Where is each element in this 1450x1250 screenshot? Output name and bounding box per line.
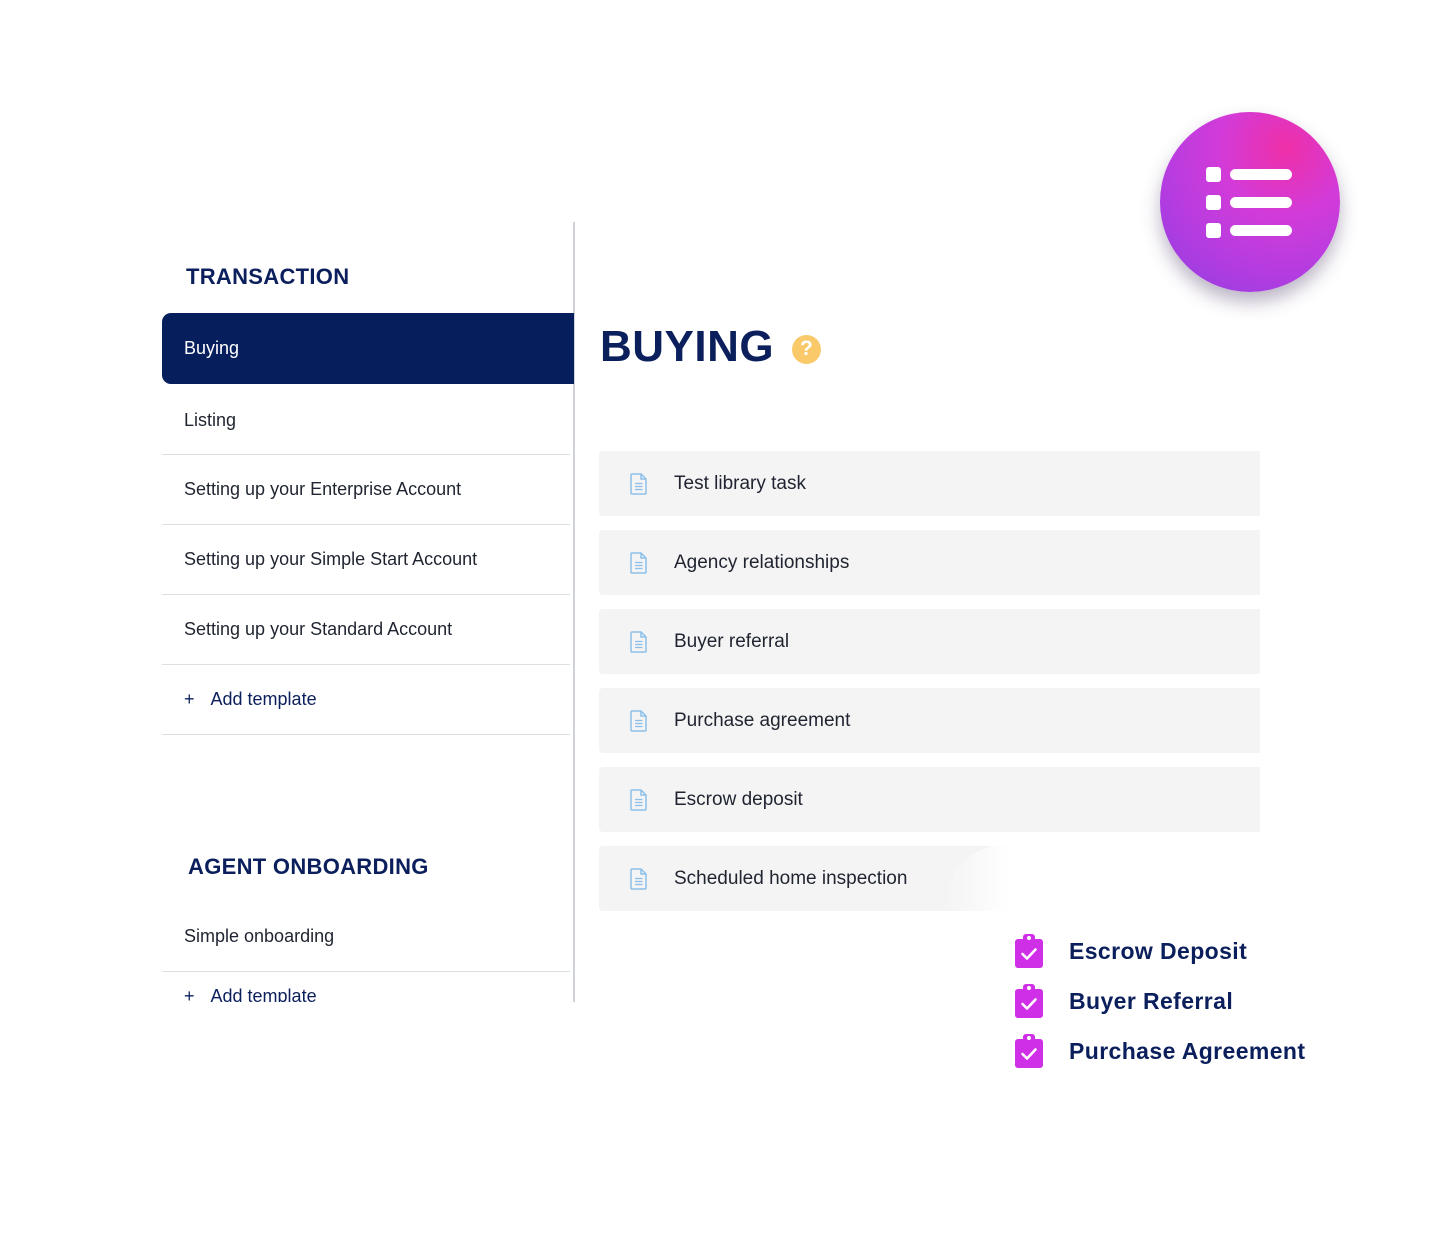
sidebar-item-simple-start-account[interactable]: Setting up your Simple Start Account [162, 525, 570, 595]
document-icon [630, 630, 647, 653]
plus-icon: + [184, 689, 195, 709]
task-row[interactable]: Purchase agreement [599, 688, 1260, 753]
clipboard-check-icon [1015, 934, 1043, 968]
checklist-label: Escrow Deposit [1069, 937, 1248, 964]
task-label: Scheduled home inspection [674, 867, 908, 889]
section-title-transaction: TRANSACTION [186, 264, 350, 289]
sidebar-item-label: Simple onboarding [184, 926, 335, 946]
task-row[interactable]: Escrow deposit [599, 767, 1260, 832]
sidebar-item-simple-onboarding[interactable]: Simple onboarding [162, 902, 570, 972]
add-template-label: Add template [210, 986, 317, 1002]
clipboard-check-icon [1015, 1034, 1043, 1068]
sidebar: TRANSACTION Buying Listing Setting up yo… [160, 222, 575, 1002]
checklist-item: Purchase Agreement [1013, 1026, 1305, 1076]
page-title-text: BUYING [600, 322, 775, 371]
sidebar-item-label: Listing [184, 409, 237, 430]
checklist-item: Buyer Referral [1013, 976, 1305, 1026]
add-template-label: Add template [210, 689, 317, 709]
list-icon [1206, 167, 1292, 238]
checklist-item: Escrow Deposit [1013, 926, 1305, 976]
sidebar-item-listing[interactable]: Listing [162, 386, 570, 455]
sidebar-item-buying[interactable]: Buying [162, 313, 574, 384]
task-row[interactable]: Agency relationships [599, 530, 1260, 595]
sidebar-item-enterprise-account[interactable]: Setting up your Enterprise Account [162, 455, 570, 525]
page-title: BUYING ? [600, 322, 822, 372]
task-row[interactable]: Buyer referral [599, 609, 1260, 674]
section-title-agent-onboarding: AGENT ONBOARDING [188, 854, 429, 879]
plus-icon: + [184, 986, 195, 1002]
document-icon [630, 788, 647, 811]
fade-overlay [945, 845, 1265, 915]
document-icon [630, 472, 647, 495]
add-template-button[interactable]: + Add template [162, 665, 570, 735]
sidebar-item-label: Setting up your Standard Account [184, 619, 453, 639]
checklist-label: Buyer Referral [1069, 987, 1234, 1014]
task-label: Buyer referral [674, 630, 790, 652]
sidebar-item-standard-account[interactable]: Setting up your Standard Account [162, 595, 570, 665]
sidebar-item-label: Buying [184, 338, 240, 358]
task-row[interactable]: Test library task [599, 451, 1260, 516]
task-label: Agency relationships [674, 551, 850, 573]
sidebar-item-label: Setting up your Simple Start Account [184, 549, 478, 569]
task-label: Purchase agreement [674, 709, 851, 731]
sidebar-item-label: Setting up your Enterprise Account [184, 479, 462, 499]
list-badge [1160, 112, 1340, 292]
document-icon [630, 867, 647, 890]
add-template-button-agent[interactable]: + Add template [162, 986, 570, 1002]
task-label: Escrow deposit [674, 788, 803, 810]
checklist: Escrow Deposit Buyer Referral Purchase A… [1013, 926, 1305, 1076]
checklist-label: Purchase Agreement [1069, 1037, 1306, 1064]
clipboard-check-icon [1015, 984, 1043, 1018]
question-icon[interactable]: ? [792, 334, 822, 364]
task-label: Test library task [674, 472, 806, 494]
document-icon [630, 709, 647, 732]
document-icon [630, 551, 647, 574]
